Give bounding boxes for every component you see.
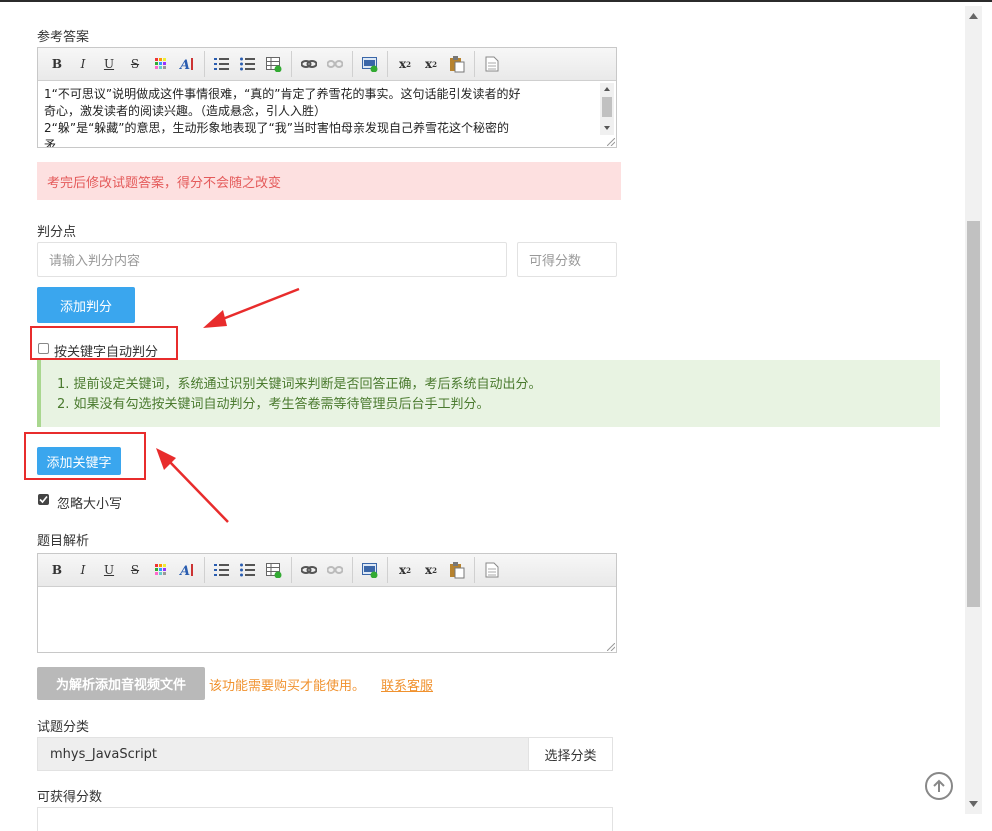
- superscript-icon[interactable]: x2: [395, 560, 415, 580]
- add-keyword-button[interactable]: 添加关键字: [37, 447, 121, 475]
- subscript-icon[interactable]: x2: [421, 560, 441, 580]
- text-color-icon[interactable]: [151, 560, 171, 580]
- keyword-auto-label: 按关键字自动判分: [54, 345, 159, 360]
- add-media-button[interactable]: 为解析添加音视频文件: [37, 667, 205, 700]
- answer-editor[interactable]: B I U S A x2 x2 1“不可思议”说明做成这件事情很难，“真的”肯定…: [37, 47, 617, 148]
- select-category-button[interactable]: 选择分类: [528, 738, 612, 770]
- ignore-case-checkbox[interactable]: [38, 494, 49, 505]
- top-border: [0, 0, 992, 2]
- underline-icon[interactable]: U: [99, 54, 119, 74]
- scoring-score-input[interactable]: 可得分数: [517, 242, 617, 277]
- image-icon[interactable]: [360, 54, 380, 74]
- answer-line: 奇心，激发读者的阅读兴趣。（造成悬念，引人入胜）: [44, 104, 327, 118]
- superscript-icon[interactable]: x2: [395, 54, 415, 74]
- answer-toolbar: B I U S A x2 x2: [38, 48, 616, 81]
- bold-icon[interactable]: B: [47, 560, 67, 580]
- toolbar-separator: [474, 51, 475, 77]
- toolbar-separator: [291, 51, 292, 77]
- page-scroll-thumb[interactable]: [967, 221, 980, 607]
- subscript-icon[interactable]: x2: [421, 54, 441, 74]
- image-icon[interactable]: [360, 560, 380, 580]
- scroll-down-icon[interactable]: [968, 800, 979, 808]
- unordered-list-icon[interactable]: [238, 560, 258, 580]
- answer-content[interactable]: 1“不可思议”说明做成这件事情很难，“真的”肯定了养雪花的事实。这句话能引发读者…: [38, 81, 616, 147]
- answer-line: 2“躲”是“躲藏”的意思，生动形象地表现了“我”当时害怕母亲发现自己养雪花这个秘…: [44, 121, 509, 135]
- arrow-annotation-icon: [156, 448, 229, 523]
- analysis-editor[interactable]: B I U S A x2 x2: [37, 553, 617, 653]
- paste-icon[interactable]: [447, 560, 467, 580]
- analysis-toolbar: B I U S A x2 x2: [38, 554, 616, 587]
- arrow-annotation-icon: [203, 287, 300, 328]
- ordered-list-icon[interactable]: [212, 54, 232, 74]
- resize-handle-icon[interactable]: [607, 643, 615, 651]
- media-notice: 该功能需要购买才能使用。: [209, 679, 366, 694]
- svg-text:A: A: [179, 564, 190, 577]
- analysis-label: 题目解析: [37, 534, 90, 549]
- toolbar-separator: [474, 557, 475, 583]
- contact-service-link[interactable]: 联系客服: [381, 675, 433, 694]
- unordered-list-icon[interactable]: [238, 54, 258, 74]
- scoring-content-input[interactable]: 请输入判分内容: [37, 242, 507, 277]
- source-icon[interactable]: [482, 560, 502, 580]
- toolbar-separator: [387, 51, 388, 77]
- toolbar-separator: [352, 557, 353, 583]
- toolbar-separator: [291, 557, 292, 583]
- category-value: mhys_JavaScript: [38, 738, 528, 770]
- svg-text:A: A: [179, 58, 190, 71]
- unlink-icon[interactable]: [325, 54, 345, 74]
- answer-label: 参考答案: [37, 30, 90, 45]
- toolbar-separator: [204, 557, 205, 583]
- bold-icon[interactable]: B: [47, 54, 67, 74]
- unlink-icon[interactable]: [325, 560, 345, 580]
- back-to-top-button[interactable]: [925, 772, 953, 800]
- strikethrough-icon[interactable]: S: [125, 560, 145, 580]
- strikethrough-icon[interactable]: S: [125, 54, 145, 74]
- category-field: mhys_JavaScript 选择分类: [37, 737, 613, 771]
- answer-line: 1“不可思议”说明做成这件事情很难，“真的”肯定了养雪花的事实。这句话能引发读者…: [44, 87, 521, 101]
- tip-line: 2. 如果没有勾选按关键词自动判分，考生答卷需等待管理员后台手工判分。: [57, 397, 490, 412]
- analysis-content[interactable]: [38, 587, 616, 652]
- ordered-list-icon[interactable]: [212, 560, 232, 580]
- source-icon[interactable]: [482, 54, 502, 74]
- score-label: 可获得分数: [37, 790, 103, 805]
- table-icon[interactable]: [264, 560, 284, 580]
- warning-alert: 考完后修改试题答案，得分不会随之改变: [37, 162, 621, 200]
- toolbar-separator: [387, 557, 388, 583]
- scoring-label: 判分点: [37, 225, 77, 240]
- toolbar-separator: [204, 51, 205, 77]
- keyword-auto-checkbox[interactable]: [38, 343, 49, 354]
- add-scoring-button[interactable]: 添加判分: [37, 287, 135, 323]
- paste-icon[interactable]: [447, 54, 467, 74]
- toolbar-separator: [352, 51, 353, 77]
- link-icon[interactable]: [299, 54, 319, 74]
- ignore-case-label: 忽略大小写: [57, 497, 123, 512]
- italic-icon[interactable]: I: [73, 560, 93, 580]
- font-style-icon[interactable]: A: [177, 560, 197, 580]
- keyword-tips: 1. 提前设定关键词，系统通过识别关键词来判断是否回答正确，考后系统自动出分。 …: [37, 360, 940, 427]
- scroll-up-icon[interactable]: [968, 12, 979, 20]
- text-color-icon[interactable]: [151, 54, 171, 74]
- category-label: 试题分类: [37, 720, 90, 735]
- italic-icon[interactable]: I: [73, 54, 93, 74]
- resize-handle-icon[interactable]: [607, 138, 615, 146]
- underline-icon[interactable]: U: [99, 560, 119, 580]
- answer-scrollbar[interactable]: [600, 83, 614, 135]
- arrow-up-icon: [933, 779, 945, 792]
- table-icon[interactable]: [264, 54, 284, 74]
- score-input[interactable]: [37, 807, 613, 831]
- tip-line: 1. 提前设定关键词，系统通过识别关键词来判断是否回答正确，考后系统自动出分。: [57, 377, 542, 392]
- answer-line: 矛: [44, 138, 57, 147]
- font-style-icon[interactable]: A: [177, 54, 197, 74]
- link-icon[interactable]: [299, 560, 319, 580]
